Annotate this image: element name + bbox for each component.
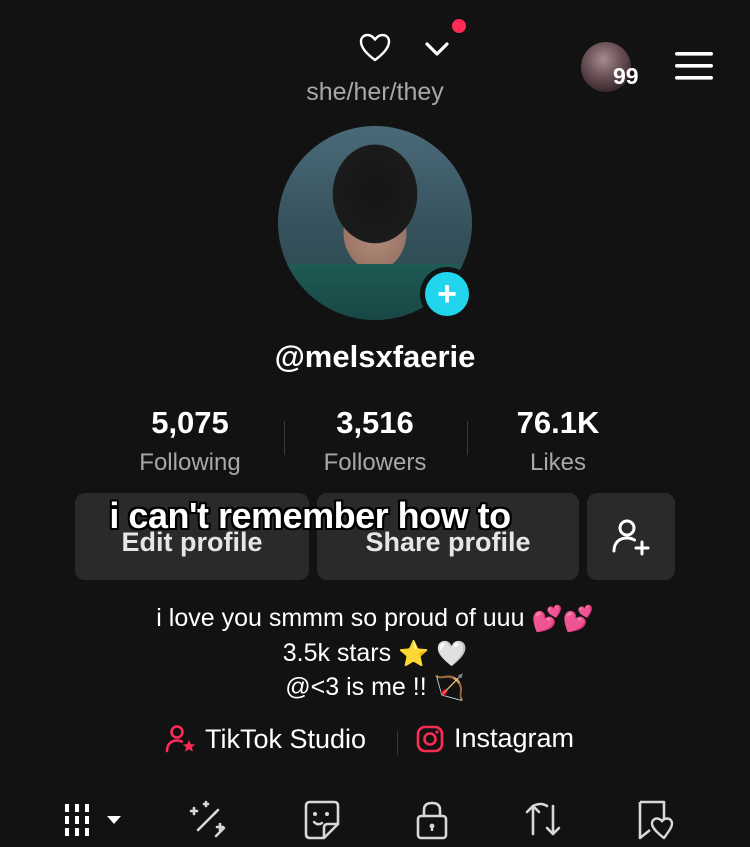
- username: @melsxfaerie: [274, 339, 476, 374]
- profile-links: TikTok Studio Instagram: [0, 723, 750, 759]
- chevron-down-icon[interactable]: [424, 38, 450, 60]
- tab-stickers[interactable]: [300, 798, 344, 847]
- bio-text: @<3 is me !!: [285, 673, 427, 701]
- grid-icon: [65, 804, 121, 836]
- stat-label: Followers: [323, 449, 427, 476]
- plus-icon: +: [425, 272, 469, 316]
- liked-bookmark-icon: [638, 800, 674, 840]
- creator-person-icon: [165, 725, 196, 753]
- two-hearts-emoji: 💕💕: [531, 604, 594, 633]
- video-caption-overlay: i can't remember how to: [109, 495, 511, 536]
- stat-label: Likes: [529, 449, 587, 476]
- sparkle-wand-icon: [189, 800, 226, 838]
- instagram-icon: [416, 725, 444, 752]
- stat-following[interactable]: 5,075 Following: [90, 405, 290, 477]
- divider: [397, 731, 398, 755]
- sticker-icon: [304, 800, 340, 840]
- bio-line-1: i love you smmm so proud of uuu 💕💕: [0, 604, 750, 634]
- star-heart-emoji: ⭐ 🤍: [398, 639, 468, 668]
- tab-ai-effects[interactable]: [186, 798, 230, 847]
- bio-line-3: @<3 is me !! 🏹: [0, 673, 750, 703]
- tab-liked[interactable]: [634, 798, 680, 847]
- tab-reposts[interactable]: [521, 798, 565, 847]
- notification-dot: [452, 19, 466, 33]
- lock-icon: [416, 801, 448, 840]
- stat-followers[interactable]: 3,516 Followers: [275, 405, 475, 477]
- bio-text: i love you smmm so proud of uuu: [156, 604, 525, 632]
- bio-text: 3.5k stars: [282, 639, 392, 667]
- repost-icon: [525, 802, 561, 836]
- bio-line-2: 3.5k stars ⭐ 🤍: [0, 639, 750, 669]
- stat-likes[interactable]: 76.1K Likes: [458, 405, 658, 477]
- notification-count: 99: [613, 63, 639, 89]
- instagram-link[interactable]: Instagram: [416, 723, 574, 754]
- stat-value: 76.1K: [516, 405, 600, 440]
- instagram-link-label: Instagram: [454, 723, 575, 753]
- hamburger-menu-icon[interactable]: [674, 49, 714, 83]
- stat-label: Following: [139, 449, 241, 476]
- tiktok-studio-link[interactable]: TikTok Studio: [165, 723, 366, 755]
- bow-arrow-emoji: 🏹: [433, 673, 465, 702]
- heart-outline-icon[interactable]: [358, 31, 392, 65]
- add-avatar-badge[interactable]: +: [420, 267, 474, 321]
- tab-private[interactable]: [410, 798, 454, 847]
- tab-videos[interactable]: [62, 798, 128, 847]
- stat-value: 5,075: [151, 405, 229, 440]
- stat-value: 3,516: [336, 405, 414, 440]
- studio-link-label: TikTok Studio: [205, 723, 367, 754]
